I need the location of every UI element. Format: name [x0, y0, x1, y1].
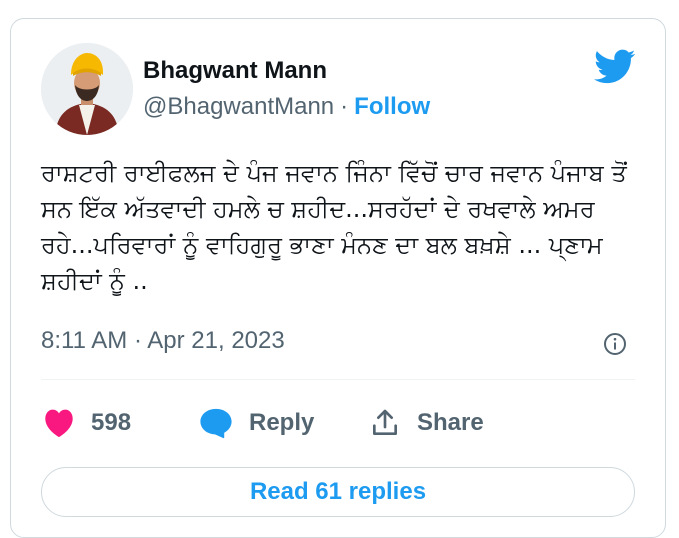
share-upload-icon [373, 409, 397, 435]
read-replies-button[interactable]: Read 61 replies [41, 467, 635, 517]
info-icon[interactable] [603, 332, 627, 356]
like-count: 598 [91, 409, 132, 436]
author-name[interactable]: Bhagwant Mann [143, 57, 327, 85]
tweet-timestamp[interactable]: 8:11 AM · Apr 21, 2023 [41, 327, 285, 355]
share-label: Share [417, 409, 484, 436]
handle-row: @BhagwantMann · Follow [143, 93, 430, 121]
twitter-bird-icon[interactable] [594, 49, 636, 85]
heart-icon [45, 409, 73, 438]
reply-label: Reply [249, 409, 315, 436]
tweet-card: Bhagwant Mann @BhagwantMann · Follow ਰਾਸ਼ਟ… [10, 18, 666, 538]
reply-button[interactable]: Reply [199, 403, 314, 443]
separator-dot: · [340, 93, 349, 120]
share-button[interactable]: Share [369, 403, 484, 443]
action-bar: 598 Reply Share [41, 403, 641, 443]
tweet-text: ਰਾਸ਼ਟਰੀ ਰਾਈਫਲਜ ਦੇ ਪੰਜ ਜਵਾਨ ਜਿੰਨਾ ਵਿੱਚੋਂ … [41, 159, 627, 295]
speech-bubble-icon [200, 408, 232, 439]
avatar[interactable] [41, 43, 133, 135]
follow-button[interactable]: Follow [354, 93, 430, 120]
divider [41, 379, 635, 380]
like-button[interactable]: 598 [43, 403, 131, 443]
author-handle[interactable]: @BhagwantMann [143, 93, 334, 120]
avatar-image [41, 43, 133, 135]
